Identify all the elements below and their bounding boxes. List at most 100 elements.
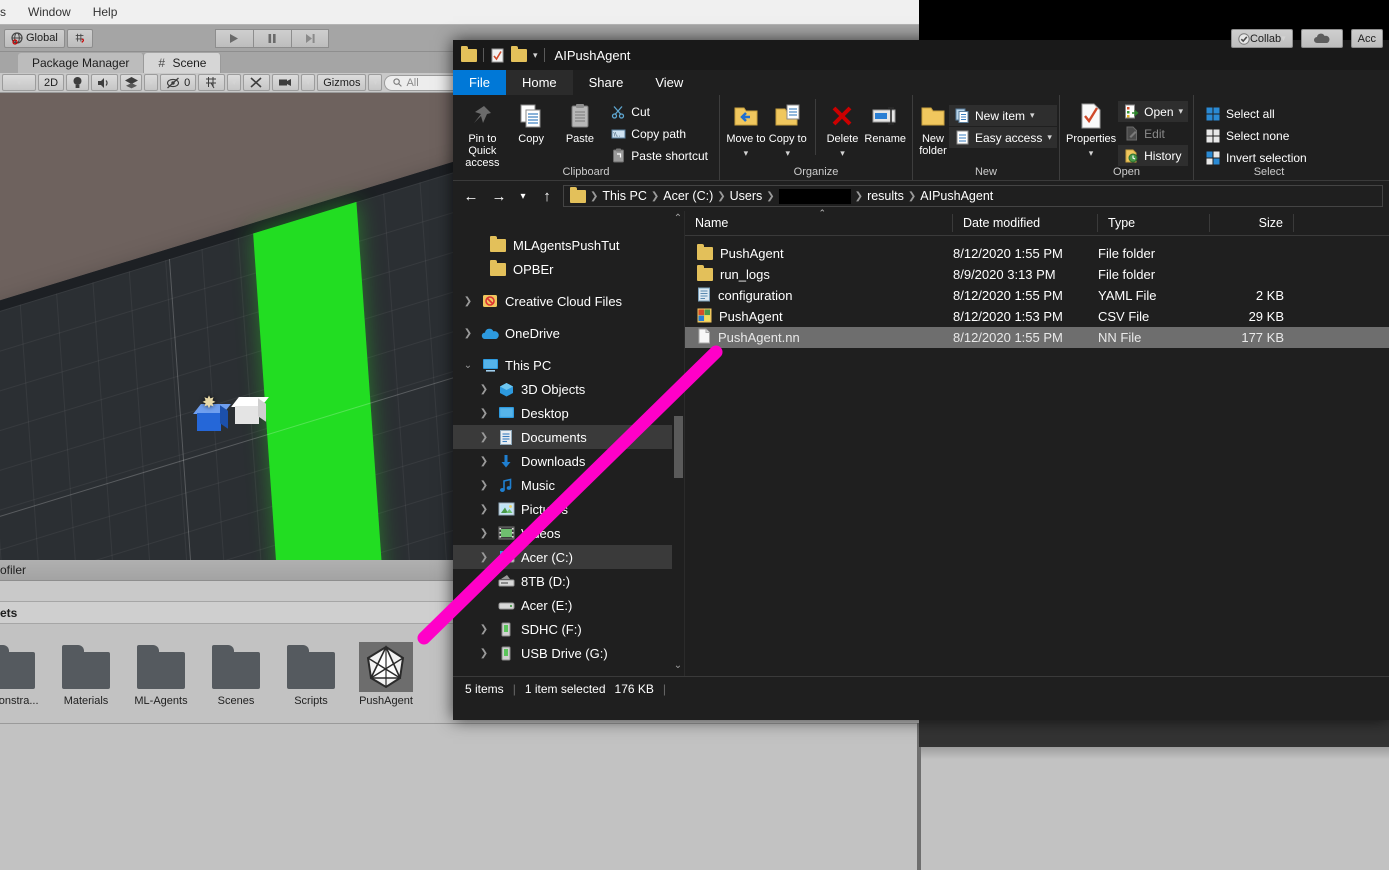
column-header-date-modified[interactable]: Date modified (953, 214, 1098, 232)
gizmos-dropdown[interactable]: ▾ (368, 74, 383, 91)
asset-item[interactable]: Scenes (205, 642, 267, 707)
nav-item-videos[interactable]: ❯ Videos (453, 521, 684, 545)
block-cube-white[interactable] (231, 397, 269, 424)
nav-item-mlagentspushtut[interactable]: MLAgentsPushTut (453, 233, 684, 257)
history-button[interactable]: History (1118, 145, 1189, 166)
chevron-down-icon[interactable]: ▾ (533, 50, 538, 61)
chevron-right-icon[interactable]: ❯ (477, 528, 491, 539)
scene-fx-dropdown[interactable]: ▾ (144, 74, 159, 91)
rename-button[interactable]: Rename (864, 99, 906, 145)
paste-shortcut-button[interactable]: Paste shortcut (605, 145, 713, 166)
asset-item-pushagent-model[interactable]: PushAgent (355, 642, 417, 707)
new-folder-button[interactable]: New folder (919, 99, 947, 157)
nav-item-usb-drive-g[interactable]: ❯ USB Drive (G:) (453, 641, 684, 665)
chevron-right-icon[interactable]: ❯ (477, 480, 491, 491)
new-folder-icon[interactable] (511, 45, 527, 62)
asset-item[interactable]: emonstra... (0, 642, 42, 707)
step-button[interactable] (290, 28, 329, 48)
nav-item-desktop[interactable]: ❯ Desktop (453, 401, 684, 425)
scroll-down-arrow[interactable]: ⌄ (673, 660, 683, 674)
move-to-button[interactable]: Move to ▾ (726, 99, 766, 159)
navpane-scrollbar[interactable]: ⌃ ⌄ (672, 211, 684, 676)
grid-snap-button[interactable] (66, 28, 93, 48)
select-all-button[interactable]: Select all (1200, 103, 1338, 124)
nav-item-creative-cloud-files[interactable]: ❯ Creative Cloud Files (453, 289, 684, 313)
nav-item-pictures[interactable]: ❯ Pictures (453, 497, 684, 521)
tab-view[interactable]: View (639, 70, 699, 95)
chevron-right-icon[interactable]: ❯ (461, 328, 475, 339)
scene-grid-dropdown[interactable]: ▾ (227, 74, 242, 91)
chevron-right-icon[interactable]: ❯ (477, 504, 491, 515)
table-row[interactable]: run_logs 8/9/2020 3:13 PM File folder (685, 264, 1389, 285)
copy-to-button[interactable]: Copy to ▾ (768, 99, 808, 159)
nav-item-3d-objects[interactable]: ❯ 3D Objects (453, 377, 684, 401)
breadcrumb-results[interactable]: results (867, 189, 904, 203)
nav-item-acer-c[interactable]: ❯ Acer (C:) (453, 545, 684, 569)
copy-path-button[interactable]: \\.. Copy path (605, 123, 713, 144)
invert-selection-button[interactable]: Invert selection (1200, 147, 1338, 168)
table-row-selected[interactable]: PushAgent.nn 8/12/2020 1:55 PM NN File 1… (685, 327, 1389, 348)
tab-scene[interactable]: # Scene (144, 53, 222, 73)
pivot-global-button[interactable]: Global (4, 28, 65, 48)
tab-file[interactable]: File (453, 70, 506, 95)
nav-item-acer-e[interactable]: Acer (E:) (453, 593, 684, 617)
easy-access-button[interactable]: Easy access ▾ (949, 127, 1057, 148)
properties-button[interactable]: Properties ▾ (1066, 99, 1116, 159)
select-none-button[interactable]: Select none (1200, 125, 1338, 146)
chevron-right-icon[interactable]: ❯ (477, 624, 491, 635)
back-button[interactable]: ← (459, 185, 483, 207)
delete-button[interactable]: Delete ▾ (823, 99, 863, 159)
asset-item[interactable]: Scripts (280, 642, 342, 707)
edit-button[interactable]: Edit (1118, 123, 1188, 144)
menu-item-help[interactable]: Help (82, 0, 129, 24)
nav-item-sdhc-f[interactable]: ❯ SDHC (F:) (453, 617, 684, 641)
scene-visibility-button[interactable]: 0 (160, 74, 197, 91)
breadcrumb-this-pc[interactable]: This PC (602, 189, 646, 203)
scrollbar-thumb[interactable] (674, 416, 683, 478)
chevron-right-icon[interactable]: ❯ (477, 432, 491, 443)
chevron-right-icon[interactable]: ❯ (477, 648, 491, 659)
nav-item-this-pc[interactable]: ⌄ This PC (453, 353, 684, 377)
breadcrumb-username-redacted[interactable] (778, 188, 851, 204)
properties-icon[interactable] (490, 48, 505, 63)
shading-mode-dropdown[interactable]: ▾ (2, 74, 36, 91)
toggle-2d-button[interactable]: 2D (38, 74, 65, 91)
tab-share[interactable]: Share (573, 70, 640, 95)
play-button[interactable] (214, 28, 253, 48)
paste-button[interactable]: Paste (557, 99, 604, 145)
scene-camera-dropdown[interactable]: ▾ (301, 74, 316, 91)
cut-button[interactable]: Cut (605, 101, 713, 122)
scene-tools-button[interactable] (243, 74, 271, 91)
breadcrumb-aipushagent[interactable]: AIPushAgent (920, 189, 993, 203)
nav-item-documents[interactable]: ❯ Documents (453, 425, 684, 449)
table-row[interactable]: PushAgent 8/12/2020 1:55 PM File folder (685, 243, 1389, 264)
chevron-right-icon[interactable]: ❯ (477, 576, 491, 587)
nav-item-sdhc-f-root[interactable]: ⌄ SDHC (F:) (453, 673, 684, 676)
nav-item-onedrive[interactable]: ❯ OneDrive (453, 321, 684, 345)
chevron-down-icon[interactable]: ⌄ (461, 360, 475, 371)
table-row[interactable]: PushAgent 8/12/2020 1:53 PM CSV File 29 … (685, 306, 1389, 327)
pause-button[interactable] (252, 28, 291, 48)
scene-camera-button[interactable] (272, 74, 300, 91)
column-header-name[interactable]: Name ⌃ (685, 208, 953, 232)
gizmos-button[interactable]: Gizmos (317, 74, 367, 91)
breadcrumb-users[interactable]: Users (730, 189, 763, 203)
chevron-right-icon[interactable]: ❯ (477, 408, 491, 419)
scene-grid-button[interactable] (198, 74, 226, 91)
scene-lighting-button[interactable] (66, 74, 90, 91)
nav-item-downloads[interactable]: ❯ Downloads (453, 449, 684, 473)
nav-item-opber[interactable]: OPBEr (453, 257, 684, 281)
table-row[interactable]: configuration 8/12/2020 1:55 PM YAML Fil… (685, 285, 1389, 306)
scene-fx-button[interactable] (120, 74, 143, 91)
scene-audio-button[interactable] (91, 74, 119, 91)
forward-button[interactable]: → (487, 185, 511, 207)
recent-locations-button[interactable]: ▾ (515, 185, 531, 207)
breadcrumb-acer-c[interactable]: Acer (C:) (663, 189, 713, 203)
chevron-right-icon[interactable]: ❯ (477, 384, 491, 395)
chevron-right-icon[interactable]: ❯ (477, 552, 491, 563)
chevron-right-icon[interactable]: ❯ (477, 456, 491, 467)
up-button[interactable]: ↑ (535, 185, 559, 207)
tab-home[interactable]: Home (505, 70, 573, 95)
chevron-right-icon[interactable]: ❯ (461, 296, 475, 307)
nav-item-8tb-d[interactable]: ❯ 8TB (D:) (453, 569, 684, 593)
